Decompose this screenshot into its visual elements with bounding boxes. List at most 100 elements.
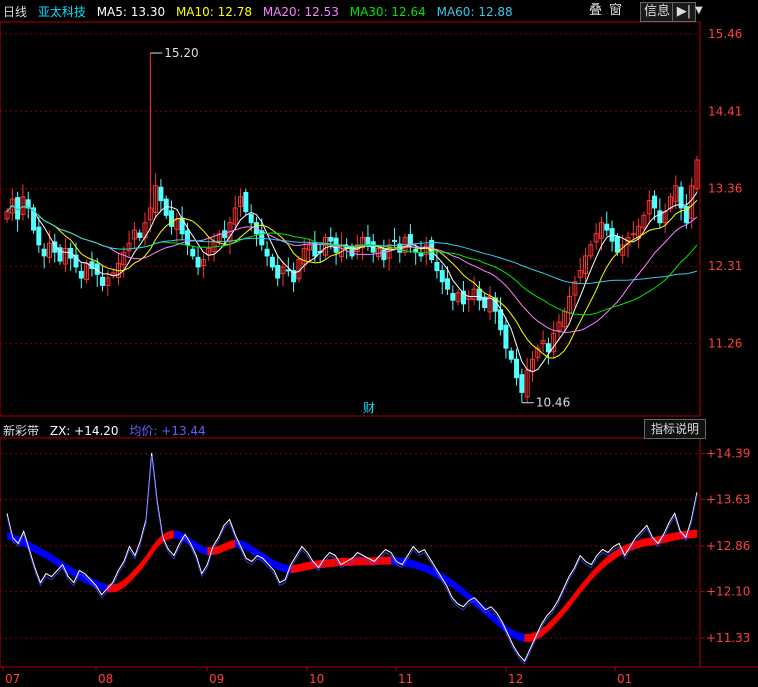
zx-line (6, 453, 698, 662)
candle-body (158, 186, 164, 202)
ribbon-segment (591, 566, 597, 581)
ma60-legend: MA60: 12.88 (436, 5, 513, 19)
main-y-tick-label: 14.41 (708, 104, 742, 118)
ribbon-segment (34, 544, 41, 556)
candle-body (184, 230, 190, 246)
ribbon-segment (329, 558, 336, 568)
ribbon-segment (279, 562, 286, 573)
candle-body (100, 276, 106, 286)
ribbon-segment (641, 538, 647, 548)
ribbon-segment (691, 529, 697, 539)
candle-body (503, 324, 509, 349)
financial-report-marker: 财 (363, 401, 375, 415)
dropdown-arrow-icon[interactable]: ▼ (692, 2, 706, 20)
ribbon-segment (546, 619, 553, 633)
zx-legend: ZX: +14.20 (49, 424, 119, 438)
main-y-tick-label: 13.36 (708, 182, 742, 196)
candle-body (450, 293, 456, 301)
candle-body (243, 191, 249, 213)
ribbon-segment (491, 612, 497, 625)
ribbon-segment (413, 560, 419, 571)
candle-body (36, 226, 42, 246)
ribbon-segment (146, 547, 152, 564)
candle-body (434, 262, 440, 272)
indicator-name[interactable]: 新彩带 (3, 424, 39, 438)
chart-canvas: 15.46 14.41 13.36 12.31 11.26 +14.39 +13.63 +12… (0, 21, 758, 686)
candle-body (418, 253, 424, 257)
ribbon-segment (168, 530, 174, 540)
ribbon-segment (151, 539, 158, 556)
info-button[interactable]: 信息 (640, 2, 675, 22)
high-annotation-label: 15.20 (164, 46, 198, 60)
ribbon-segment (224, 541, 230, 552)
ribbon-segment (123, 574, 130, 588)
ribbon-segment (524, 633, 531, 642)
indicator-y-tick-label: +12.86 (706, 539, 750, 553)
candle-body (275, 264, 281, 279)
ribbon-segment (196, 542, 202, 554)
ribbon-segment (101, 582, 108, 593)
ribbon-segment (602, 556, 608, 569)
ribbon-segment (135, 562, 141, 577)
ribbon-segment (635, 539, 642, 550)
indicator-explain-button[interactable]: 指标说明 (643, 419, 706, 439)
x-tick-label: 01 (617, 672, 632, 686)
ribbon-segment (574, 585, 581, 601)
indicator-header: 新彩带 ZX: +14.20 均价: +13.44 (3, 421, 213, 441)
candle-body (365, 236, 371, 246)
low-annotation-label: 10.46 (536, 396, 570, 410)
indicator-panel-frame (0, 437, 701, 668)
candle-body (248, 214, 254, 224)
indicator-y-tick-label: +13.63 (706, 492, 750, 506)
indicator-y-tick-label: +12.10 (706, 585, 750, 599)
ribbon-segment (40, 547, 46, 559)
ma5-line (6, 192, 698, 373)
indicator-y-tick-label: +14.39 (706, 447, 750, 461)
ribbon-segment (179, 531, 186, 543)
ribbon-segment (569, 592, 575, 609)
candle-body (285, 269, 291, 272)
ribbon-segment (218, 543, 224, 554)
ribbon-segment (613, 548, 620, 560)
ribbon-segment (563, 600, 569, 615)
window-button[interactable]: 窗 (606, 2, 625, 20)
ma10-legend: MA10: 12.78 (175, 5, 252, 19)
ribbon-segment (596, 560, 603, 575)
ma10-line (6, 199, 698, 359)
candle-body (222, 230, 228, 238)
avg-legend: 均价: +13.44 (129, 424, 206, 438)
indicator-y-tick-label: +11.33 (706, 631, 750, 645)
period-label[interactable]: 日线 (3, 5, 27, 19)
ribbon-segment (51, 554, 58, 566)
ribbon-segment (552, 613, 558, 628)
ribbon-segment (301, 562, 308, 572)
candle-body (190, 248, 196, 257)
ma30-line (6, 204, 698, 316)
ma20-legend: MA20: 12.53 (262, 5, 339, 19)
ribbon-segment (463, 588, 469, 601)
ribbon-segment (173, 530, 180, 540)
candle-body (476, 288, 482, 301)
candle-body (445, 278, 451, 290)
candle-body (439, 270, 445, 283)
candle-body (269, 256, 275, 268)
ribbon-segment (669, 532, 675, 542)
ribbon-segment (429, 566, 436, 578)
main-chart-header: 日线 亚太科技 MA5: 13.30 MA10: 12.78 MA20: 12.… (3, 2, 520, 22)
ribbon-segment (452, 579, 458, 592)
main-y-tick-label: 12.31 (708, 259, 742, 273)
stock-chart-window: 15.46 14.41 13.36 12.31 11.26 +14.39 +13.63 +12… (0, 0, 758, 687)
overlay-button[interactable]: 叠 (586, 2, 605, 20)
ribbon-segment (446, 576, 453, 588)
candle-body (41, 248, 47, 257)
x-tick-label: 10 (309, 672, 324, 686)
ribbon-segment (229, 539, 236, 550)
candle-body (391, 239, 397, 242)
candle-body (514, 358, 520, 379)
ribbon-segment (557, 606, 564, 622)
ribbon-segment (68, 565, 74, 577)
candle-body (407, 233, 413, 246)
ribbon-segment (246, 542, 252, 554)
candle-body (259, 230, 265, 246)
x-tick-label: 07 (5, 672, 20, 686)
